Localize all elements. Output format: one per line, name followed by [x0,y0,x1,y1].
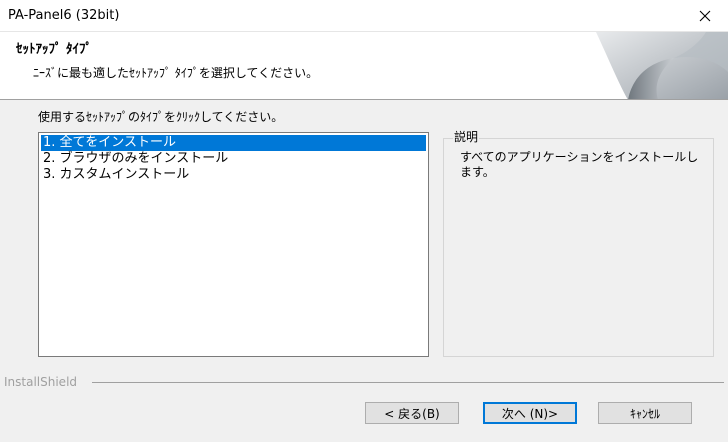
window-title: PA-Panel6 (32bit) [8,8,120,23]
close-icon [699,10,711,22]
list-item-browser-only[interactable]: 2. ブラウザのみをインストール [41,151,426,167]
header-title: ｾｯﾄｱｯﾌﾟ ﾀｲﾌﾟ [16,42,93,57]
back-button[interactable]: < 戻る(B) [365,402,459,424]
title-bar: PA-Panel6 (32bit) [0,0,728,32]
close-button[interactable] [682,0,728,32]
footer-divider [92,382,724,383]
next-button[interactable]: 次へ (N)> [483,402,577,424]
description-label: 説明 [453,128,480,145]
list-item-custom-install[interactable]: 3. カスタムインストール [41,167,426,183]
setup-type-list[interactable]: 1. 全てをインストール 2. ブラウザのみをインストール 3. カスタムインス… [38,132,429,357]
installshield-brand: InstallShield [4,375,78,389]
cancel-button[interactable]: ｷｬﾝｾﾙ [598,402,692,424]
wizard-header: ｾｯﾄｱｯﾌﾟ ﾀｲﾌﾟ ﾆｰｽﾞに最も適したｾｯﾄｱｯﾌﾟ ﾀｲﾌﾟを選択して… [0,32,728,100]
list-item-full-install[interactable]: 1. 全てをインストール [41,135,426,151]
description-text: すべてのアプリケーションをインストールします。 [460,150,699,179]
page-curl-graphic [588,32,728,99]
header-subtitle: ﾆｰｽﾞに最も適したｾｯﾄｱｯﾌﾟ ﾀｲﾌﾟを選択してください。 [33,66,319,80]
instruction-text: 使用するｾｯﾄｱｯﾌﾟのﾀｲﾌﾟをｸﾘｯｸしてください。 [38,110,284,124]
